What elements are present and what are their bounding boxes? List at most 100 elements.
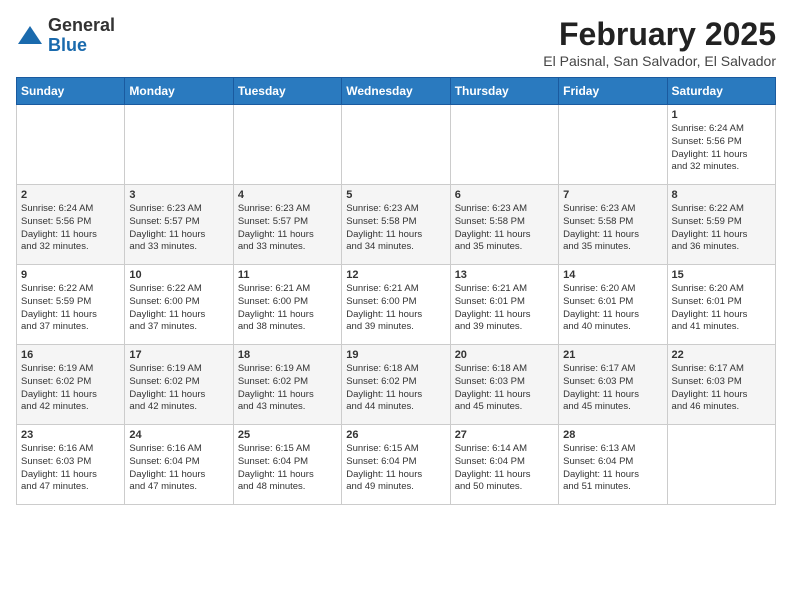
calendar-cell: 15 Sunrise: 6:20 AM Sunset: 6:01 PM Dayli… (667, 265, 775, 345)
calendar-cell: 12 Sunrise: 6:21 AM Sunset: 6:00 PM Dayli… (342, 265, 450, 345)
day-info: Sunrise: 6:17 AM Sunset: 6:03 PM Dayligh… (563, 363, 662, 414)
day-number: 5 (346, 189, 445, 201)
logo-icon (16, 22, 44, 50)
col-header-monday: Monday (125, 78, 233, 105)
day-number: 15 (672, 269, 771, 281)
calendar-cell: 25 Sunrise: 6:15 AM Sunset: 6:04 PM Dayli… (233, 425, 341, 505)
calendar-cell: 22 Sunrise: 6:17 AM Sunset: 6:03 PM Dayli… (667, 345, 775, 425)
calendar-table: SundayMondayTuesdayWednesdayThursdayFrid… (16, 77, 776, 505)
day-info: Sunrise: 6:23 AM Sunset: 5:58 PM Dayligh… (563, 203, 662, 254)
day-info: Sunrise: 6:23 AM Sunset: 5:58 PM Dayligh… (346, 203, 445, 254)
calendar-cell: 9 Sunrise: 6:22 AM Sunset: 5:59 PM Daylig… (17, 265, 125, 345)
col-header-saturday: Saturday (667, 78, 775, 105)
day-info: Sunrise: 6:21 AM Sunset: 6:00 PM Dayligh… (346, 283, 445, 334)
day-info: Sunrise: 6:19 AM Sunset: 6:02 PM Dayligh… (129, 363, 228, 414)
calendar-cell: 3Sunrise: 6:23 AM Sunset: 5:57 PM Daylig… (125, 185, 233, 265)
calendar-cell: 27 Sunrise: 6:14 AM Sunset: 6:04 PM Dayli… (450, 425, 558, 505)
day-number: 18 (238, 349, 337, 361)
day-number: 27 (455, 429, 554, 441)
calendar-cell: 8 Sunrise: 6:22 AM Sunset: 5:59 PM Daylig… (667, 185, 775, 265)
day-number: 24 (129, 429, 228, 441)
day-number: 20 (455, 349, 554, 361)
day-number: 11 (238, 269, 337, 281)
day-number: 25 (238, 429, 337, 441)
day-info: Sunrise: 6:21 AM Sunset: 6:00 PM Dayligh… (238, 283, 337, 334)
calendar-cell (233, 105, 341, 185)
calendar-cell (667, 425, 775, 505)
day-info: Sunrise: 6:23 AM Sunset: 5:57 PM Dayligh… (238, 203, 337, 254)
day-info: Sunrise: 6:17 AM Sunset: 6:03 PM Dayligh… (672, 363, 771, 414)
col-header-thursday: Thursday (450, 78, 558, 105)
col-header-sunday: Sunday (17, 78, 125, 105)
day-number: 13 (455, 269, 554, 281)
calendar-cell: 17 Sunrise: 6:19 AM Sunset: 6:02 PM Dayli… (125, 345, 233, 425)
day-info: Sunrise: 6:20 AM Sunset: 6:01 PM Dayligh… (672, 283, 771, 334)
day-number: 28 (563, 429, 662, 441)
calendar-cell (125, 105, 233, 185)
calendar-cell: 7 Sunrise: 6:23 AM Sunset: 5:58 PM Daylig… (559, 185, 667, 265)
day-info: Sunrise: 6:22 AM Sunset: 5:59 PM Dayligh… (672, 203, 771, 254)
day-number: 7 (563, 189, 662, 201)
calendar-cell: 21 Sunrise: 6:17 AM Sunset: 6:03 PM Dayli… (559, 345, 667, 425)
calendar-cell: 19 Sunrise: 6:18 AM Sunset: 6:02 PM Dayli… (342, 345, 450, 425)
day-info: Sunrise: 6:19 AM Sunset: 6:02 PM Dayligh… (238, 363, 337, 414)
calendar-cell: 24 Sunrise: 6:16 AM Sunset: 6:04 PM Dayli… (125, 425, 233, 505)
day-number: 22 (672, 349, 771, 361)
day-info: Sunrise: 6:14 AM Sunset: 6:04 PM Dayligh… (455, 443, 554, 494)
calendar-cell: 6 Sunrise: 6:23 AM Sunset: 5:58 PM Daylig… (450, 185, 558, 265)
day-number: 17 (129, 349, 228, 361)
title-block: February 2025 El Paisnal, San Salvador, … (543, 16, 776, 69)
col-header-wednesday: Wednesday (342, 78, 450, 105)
day-info: Sunrise: 6:13 AM Sunset: 6:04 PM Dayligh… (563, 443, 662, 494)
day-info: Sunrise: 6:24 AM Sunset: 5:56 PM Dayligh… (672, 123, 771, 174)
day-info: Sunrise: 6:24 AM Sunset: 5:56 PM Dayligh… (21, 203, 120, 254)
day-number: 12 (346, 269, 445, 281)
day-info: Sunrise: 6:22 AM Sunset: 5:59 PM Dayligh… (21, 283, 120, 334)
day-number: 4 (238, 189, 337, 201)
day-info: Sunrise: 6:22 AM Sunset: 6:00 PM Dayligh… (129, 283, 228, 334)
calendar-cell: 1 Sunrise: 6:24 AM Sunset: 5:56 PM Daylig… (667, 105, 775, 185)
day-info: Sunrise: 6:16 AM Sunset: 6:04 PM Dayligh… (129, 443, 228, 494)
logo-blue: Blue (48, 35, 87, 55)
calendar-cell: 14Sunrise: 6:20 AM Sunset: 6:01 PM Dayli… (559, 265, 667, 345)
col-header-friday: Friday (559, 78, 667, 105)
day-info: Sunrise: 6:23 AM Sunset: 5:57 PM Dayligh… (129, 203, 228, 254)
calendar-cell: 4 Sunrise: 6:23 AM Sunset: 5:57 PM Daylig… (233, 185, 341, 265)
calendar-cell: 11 Sunrise: 6:21 AM Sunset: 6:00 PM Dayli… (233, 265, 341, 345)
day-info: Sunrise: 6:15 AM Sunset: 6:04 PM Dayligh… (346, 443, 445, 494)
day-info: Sunrise: 6:16 AM Sunset: 6:03 PM Dayligh… (21, 443, 120, 494)
day-number: 8 (672, 189, 771, 201)
calendar-cell: 26 Sunrise: 6:15 AM Sunset: 6:04 PM Dayli… (342, 425, 450, 505)
day-number: 10 (129, 269, 228, 281)
location-subtitle: El Paisnal, San Salvador, El Salvador (543, 53, 776, 69)
logo-general: General (48, 15, 115, 35)
day-number: 16 (21, 349, 120, 361)
day-number: 6 (455, 189, 554, 201)
day-number: 14 (563, 269, 662, 281)
calendar-cell (342, 105, 450, 185)
day-number: 2 (21, 189, 120, 201)
calendar-cell: 23 Sunrise: 6:16 AM Sunset: 6:03 PM Dayli… (17, 425, 125, 505)
calendar-cell (559, 105, 667, 185)
calendar-cell (17, 105, 125, 185)
day-info: Sunrise: 6:18 AM Sunset: 6:02 PM Dayligh… (346, 363, 445, 414)
day-info: Sunrise: 6:21 AM Sunset: 6:01 PM Dayligh… (455, 283, 554, 334)
logo: General Blue (16, 16, 115, 56)
day-info: Sunrise: 6:15 AM Sunset: 6:04 PM Dayligh… (238, 443, 337, 494)
page-header: General Blue February 2025 El Paisnal, S… (16, 16, 776, 69)
day-number: 23 (21, 429, 120, 441)
day-info: Sunrise: 6:23 AM Sunset: 5:58 PM Dayligh… (455, 203, 554, 254)
month-year-title: February 2025 (543, 16, 776, 53)
calendar-cell: 5 Sunrise: 6:23 AM Sunset: 5:58 PM Daylig… (342, 185, 450, 265)
calendar-cell: 28 Sunrise: 6:13 AM Sunset: 6:04 PM Dayli… (559, 425, 667, 505)
calendar-cell: 16Sunrise: 6:19 AM Sunset: 6:02 PM Dayli… (17, 345, 125, 425)
logo-text: General Blue (48, 16, 115, 56)
day-number: 1 (672, 109, 771, 121)
calendar-cell: 20 Sunrise: 6:18 AM Sunset: 6:03 PM Dayli… (450, 345, 558, 425)
day-number: 9 (21, 269, 120, 281)
day-number: 19 (346, 349, 445, 361)
day-number: 26 (346, 429, 445, 441)
day-info: Sunrise: 6:18 AM Sunset: 6:03 PM Dayligh… (455, 363, 554, 414)
day-number: 21 (563, 349, 662, 361)
col-header-tuesday: Tuesday (233, 78, 341, 105)
